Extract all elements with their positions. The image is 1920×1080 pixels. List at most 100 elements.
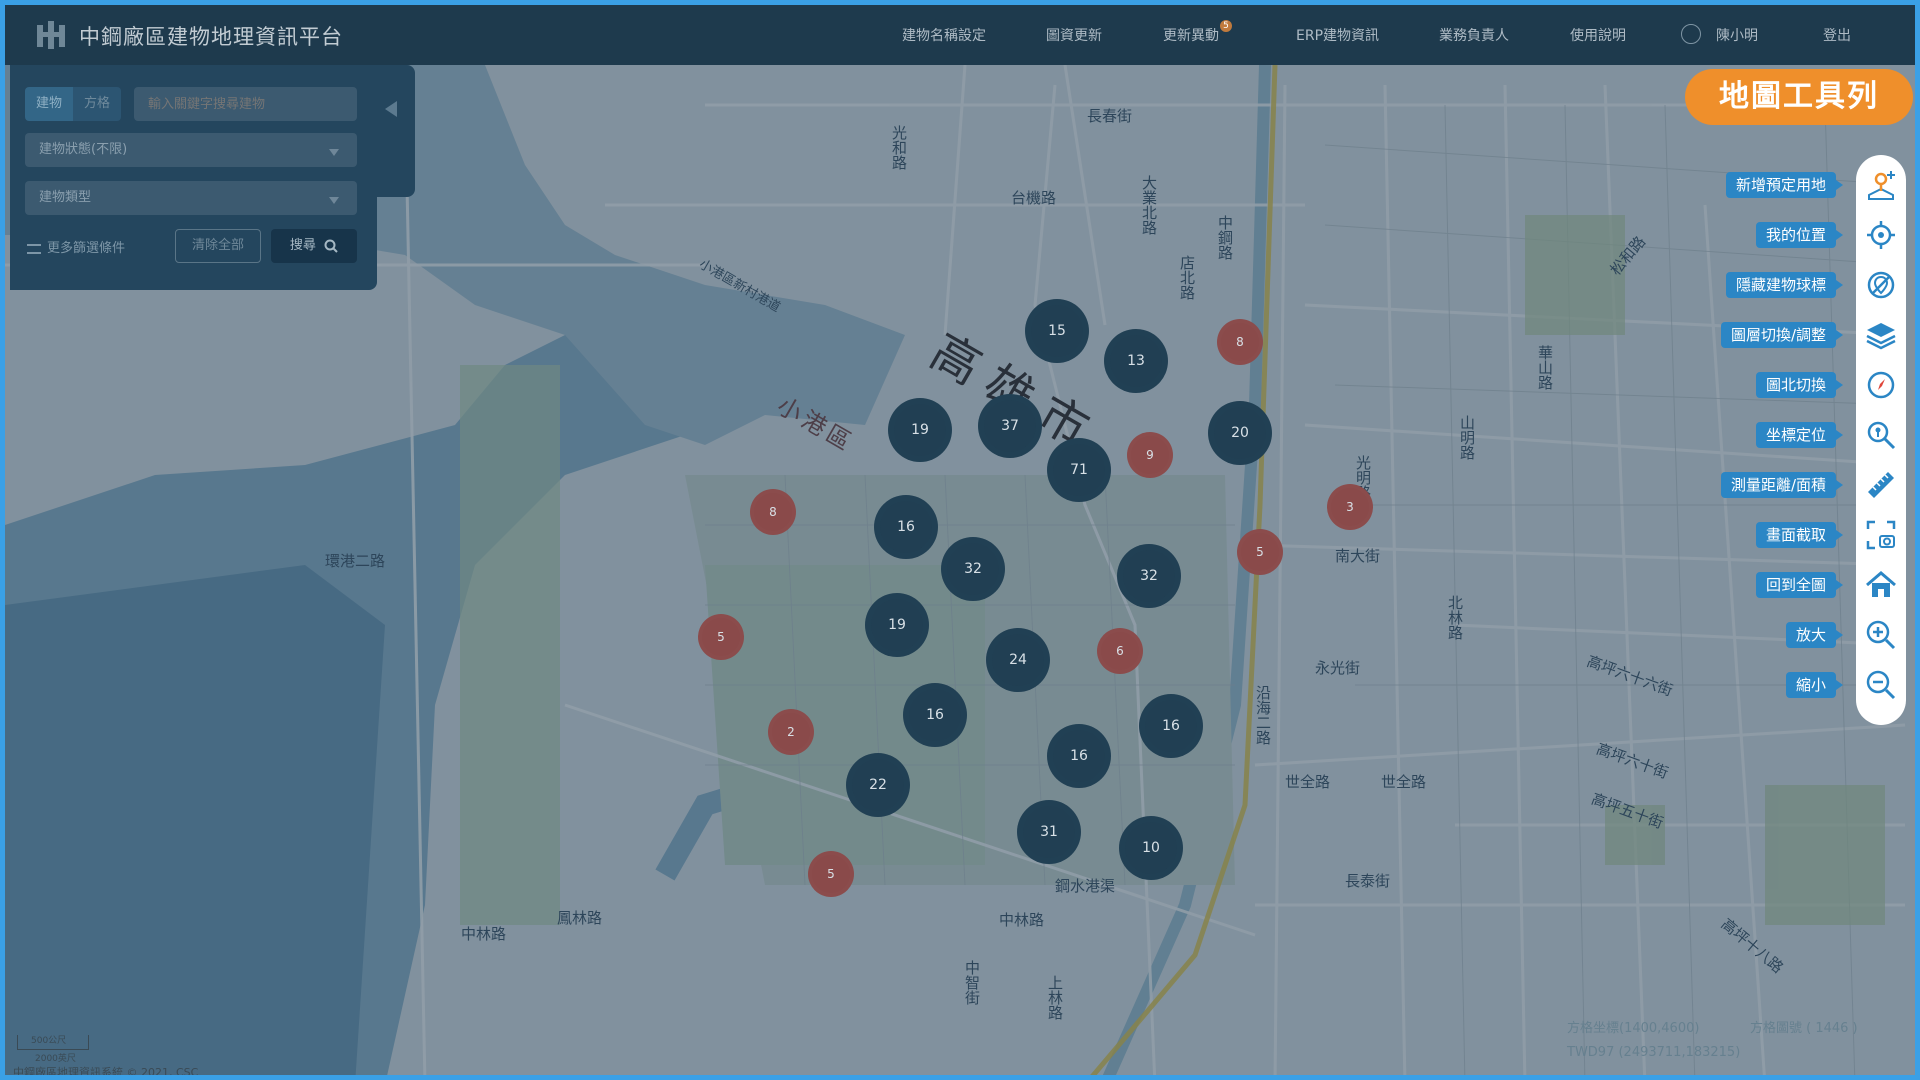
- layers-icon[interactable]: [1863, 317, 1899, 353]
- road-label: 台機路: [1011, 189, 1057, 207]
- clear-all-button[interactable]: 清除全部: [175, 229, 261, 263]
- top-navbar: 中鋼廠區建物地理資訊平台 建物名稱設定 圖資更新 更新異動 5 ERP建物資訊 …: [5, 5, 1915, 65]
- home-icon[interactable]: [1863, 567, 1899, 603]
- csc-logo-icon: [37, 21, 65, 49]
- locate-icon[interactable]: [1863, 217, 1899, 253]
- road-label: 沿海二路: [1254, 685, 1272, 745]
- road-label: 光和路: [890, 125, 908, 170]
- road-label: 中鋼路: [1216, 215, 1234, 260]
- building-cluster-marker[interactable]: 19: [865, 593, 929, 657]
- building-cluster-marker[interactable]: 6: [1097, 628, 1143, 674]
- building-type-select[interactable]: 建物類型: [25, 181, 357, 215]
- search-button-label: 搜尋: [289, 238, 316, 253]
- tool-label-coordinate: 坐標定位: [1755, 422, 1844, 448]
- change-count-badge: 5: [1220, 20, 1232, 32]
- building-cluster-marker[interactable]: 2: [768, 709, 814, 755]
- road-label: 長春街: [1087, 107, 1133, 125]
- zoom-out-icon[interactable]: [1863, 667, 1899, 703]
- collapse-panel-button[interactable]: [377, 65, 415, 197]
- ruler-icon[interactable]: [1863, 467, 1899, 503]
- filter-icon: [27, 243, 41, 254]
- road-label: 世全路: [1285, 773, 1331, 791]
- compass-icon[interactable]: [1863, 367, 1899, 403]
- add-site-icon[interactable]: [1863, 167, 1899, 203]
- road-label: 中智街: [963, 960, 981, 1005]
- nav-map-update[interactable]: 圖資更新: [1046, 25, 1102, 45]
- building-cluster-marker[interactable]: 19: [888, 398, 952, 462]
- building-cluster-marker[interactable]: 5: [1237, 529, 1283, 575]
- tool-label-layers: 圖層切換/調整: [1720, 322, 1844, 348]
- more-filters-link[interactable]: 更多篩選條件: [27, 237, 125, 256]
- nav-user-guide[interactable]: 使用說明: [1570, 25, 1626, 45]
- building-cluster-marker[interactable]: 15: [1025, 299, 1089, 363]
- search-icon: [324, 239, 338, 253]
- app-frame: 高雄市 小港區 長春街 台機路 光和路 大業北路 店北路 中鋼路 山明路 光明路…: [0, 0, 1920, 1080]
- road-label: 永光街: [1315, 659, 1361, 677]
- building-cluster-marker[interactable]: 71: [1047, 438, 1111, 502]
- building-cluster-marker[interactable]: 32: [1117, 544, 1181, 608]
- logout-link[interactable]: 登出: [1823, 25, 1851, 45]
- road-label: 長泰街: [1345, 872, 1391, 890]
- road-label: 鋼水港渠: [1055, 877, 1116, 895]
- copyright: 中鋼廠區地理資訊系統 © 2021, CSC: [13, 1066, 199, 1079]
- tool-label-zoom-in: 放大: [1785, 622, 1844, 648]
- chevron-left-icon: [385, 101, 397, 117]
- building-cluster-marker[interactable]: 22: [846, 753, 910, 817]
- building-cluster-marker[interactable]: 13: [1104, 329, 1168, 393]
- coordinate-search-icon[interactable]: [1863, 417, 1899, 453]
- road-label: 華山路: [1536, 345, 1554, 390]
- tool-label-screenshot: 畫面截取: [1755, 522, 1844, 548]
- twd97-coordinate: TWD97 (2493711,183215): [1567, 1045, 1741, 1060]
- road-label: 世全路: [1381, 773, 1427, 791]
- user-name[interactable]: 陳小明: [1716, 25, 1758, 45]
- grid-number: 方格圖號 ( 1446 ): [1750, 1021, 1858, 1036]
- building-status-select[interactable]: 建物狀態(不限): [25, 133, 357, 167]
- building-cluster-marker[interactable]: 20: [1208, 401, 1272, 465]
- road-label: 中林路: [999, 911, 1045, 929]
- building-cluster-marker[interactable]: 32: [941, 537, 1005, 601]
- building-cluster-marker[interactable]: 8: [750, 489, 796, 535]
- tool-label-home: 回到全圖: [1755, 572, 1844, 598]
- nav-erp-info[interactable]: ERP建物資訊: [1296, 25, 1379, 45]
- road-label: 上林路: [1046, 975, 1064, 1020]
- tool-label-add-site: 新增預定用地: [1725, 172, 1844, 198]
- building-cluster-marker[interactable]: 3: [1327, 484, 1373, 530]
- screenshot-icon[interactable]: [1863, 517, 1899, 553]
- grid-coordinate: 方格坐標(1400,4600): [1567, 1021, 1700, 1036]
- tool-label-zoom-out: 縮小: [1785, 672, 1844, 698]
- building-cluster-marker[interactable]: 16: [1139, 694, 1203, 758]
- map-toolbar-title: 地圖工具列: [1685, 69, 1913, 125]
- scale-label-feet: 2000英尺: [35, 1054, 76, 1064]
- building-cluster-marker[interactable]: 5: [698, 614, 744, 660]
- road-label: 北林路: [1446, 595, 1464, 640]
- building-cluster-marker[interactable]: 10: [1119, 816, 1183, 880]
- tab-grid[interactable]: 方格: [73, 87, 121, 121]
- hide-marker-icon[interactable]: [1863, 267, 1899, 303]
- road-label: 環港二路: [325, 552, 386, 570]
- road-label: 鳳林路: [557, 909, 603, 927]
- building-cluster-marker[interactable]: 16: [903, 683, 967, 747]
- road-label: 南大街: [1335, 547, 1381, 565]
- road-label: 中林路: [461, 925, 507, 943]
- building-cluster-marker[interactable]: 24: [986, 628, 1050, 692]
- building-cluster-marker[interactable]: 9: [1127, 432, 1173, 478]
- keyword-search-input[interactable]: [134, 87, 357, 121]
- tool-label-my-location: 我的位置: [1755, 222, 1844, 248]
- building-cluster-marker[interactable]: 16: [874, 495, 938, 559]
- tool-label-measure: 測量距離/面積: [1720, 472, 1844, 498]
- building-cluster-marker[interactable]: 16: [1047, 724, 1111, 788]
- tab-building[interactable]: 建物: [25, 87, 73, 121]
- building-cluster-marker[interactable]: 31: [1017, 800, 1081, 864]
- road-label: 店北路: [1178, 255, 1196, 300]
- nav-change-log[interactable]: 更新異動: [1163, 25, 1219, 45]
- building-cluster-marker[interactable]: 37: [978, 394, 1042, 458]
- chevron-down-icon: [329, 149, 339, 156]
- road-label: 大業北路: [1140, 175, 1158, 235]
- building-cluster-marker[interactable]: 5: [808, 851, 854, 897]
- zoom-in-icon[interactable]: [1863, 617, 1899, 653]
- search-button[interactable]: 搜尋: [271, 229, 357, 263]
- nav-business-owner[interactable]: 業務負責人: [1439, 25, 1509, 45]
- nav-building-name-settings[interactable]: 建物名稱設定: [902, 25, 986, 45]
- building-status-value: 建物狀態(不限): [39, 142, 128, 157]
- building-cluster-marker[interactable]: 8: [1217, 319, 1263, 365]
